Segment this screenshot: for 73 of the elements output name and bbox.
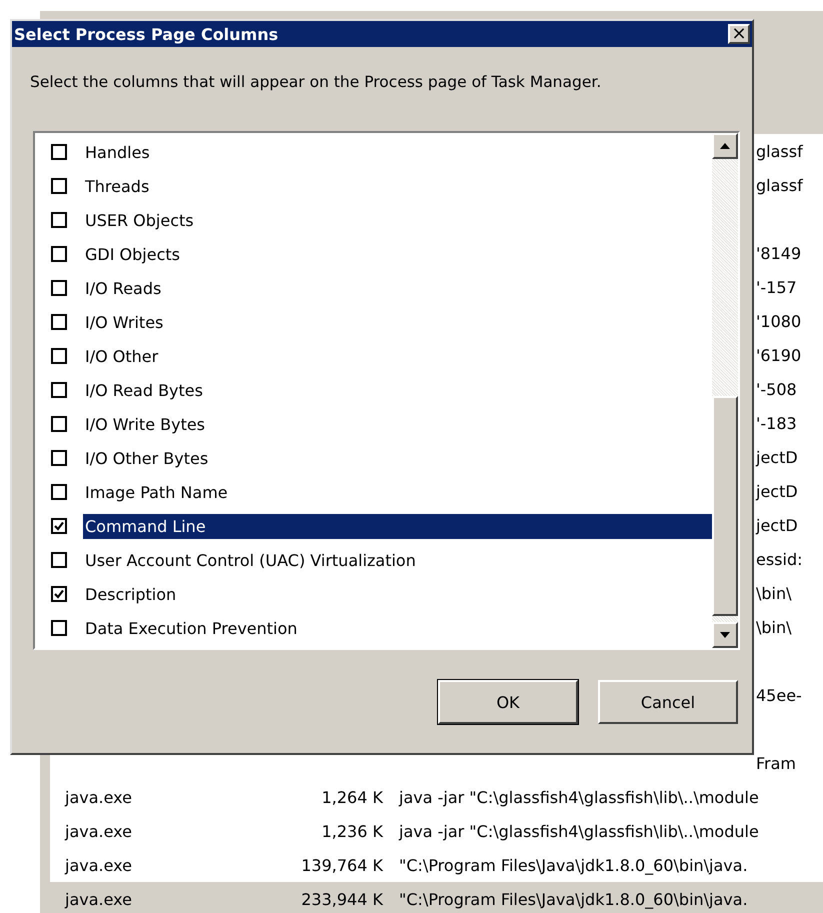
table-cell: glassf [756,142,803,160]
list-item[interactable]: Description [83,582,712,606]
checkbox[interactable] [51,246,67,262]
process-row[interactable]: java.exe 1,236 K java -jar "C:\glassfish4\glassfish\lib\..\module [50,814,823,848]
checkbox[interactable] [51,620,67,636]
table-cell: jectD [756,516,798,534]
checkbox[interactable] [51,178,67,194]
table-cell-text: java.exe [64,890,133,908]
process-row[interactable]: java.exe 233,944 K "C:\Program Files\Java\jdk1.8.0_60\bin\java. [50,882,823,913]
list-item[interactable]: Image Path Name [83,480,712,504]
checkbox[interactable] [51,314,67,330]
description-text: Select the columns that will appear on the Process page of Task Manager. [30,73,602,91]
table-cell-text: java.exe [64,822,133,840]
table-cell: Fram [756,754,796,772]
dialog-button[interactable]: OK [438,680,578,724]
checkbox[interactable] [51,552,67,568]
checkbox[interactable] [51,518,67,534]
table-cell-text: 1,236 K [320,822,383,840]
table-cell-text: 1,264 K [320,788,383,806]
scrollbar[interactable] [712,133,738,648]
down-arrow-icon [720,632,730,638]
scroll-thumb[interactable] [712,396,738,616]
table-cell: jectD [756,482,798,500]
list-item[interactable]: Command Line [83,514,712,538]
table-cell: jectD [756,448,798,466]
table-cell: essid: [756,550,803,568]
checkbox[interactable] [51,382,67,398]
table-cell: '8149 [756,244,802,262]
list-item[interactable]: I/O Other [83,344,712,368]
table-cell-text: 139,764 K [300,856,383,874]
table-cell: '6190 [756,346,802,364]
list-item[interactable]: Handles [83,140,712,164]
table-cell-text: java -jar "C:\glassfish4\glassfish\lib\..\module [398,822,759,840]
checkbox[interactable] [51,348,67,364]
list-item[interactable]: USER Objects [83,208,712,232]
table-cell-text: "C:\Program Files\Java\jdk1.8.0_60\bin\java. [398,856,748,874]
checkbox[interactable] [51,416,67,432]
table-cell: '1080 [756,312,802,330]
scroll-up-button[interactable] [712,133,738,159]
up-arrow-icon [720,143,730,149]
table-cell: glassf [756,176,803,194]
table-cell-text: 233,944 K [300,890,383,908]
checkbox[interactable] [51,212,67,228]
close-button[interactable]: × [728,24,750,44]
list-item[interactable]: I/O Other Bytes [83,446,712,470]
table-cell-text: "C:\Program Files\Java\jdk1.8.0_60\bin\java. [398,890,748,908]
list-item[interactable]: Threads [83,174,712,198]
table-cell: '-508 [756,380,797,398]
table-cell-text: java.exe [64,788,133,806]
scroll-down-button[interactable] [712,622,738,648]
list-item[interactable]: I/O Read Bytes [83,378,712,402]
list-item[interactable]: GDI Objects [83,242,712,266]
dialog-button[interactable]: Cancel [598,680,738,724]
list-item[interactable]: I/O Writes [83,310,712,334]
list-item[interactable]: I/O Reads [83,276,712,300]
table-cell-text: java.exe [64,856,133,874]
window-title: Select Process Page Columns [14,24,278,44]
table-cell: \bin\ [756,618,792,636]
checkbox[interactable] [51,450,67,466]
table-cell: '-183 [756,414,797,432]
process-row[interactable]: java.exe 139,764 K "C:\Program Files\Java\jdk1.8.0_60\bin\java. [50,848,823,882]
table-cell: \bin\ [756,584,792,602]
table-cell: '-157 [756,278,797,296]
checkbox[interactable] [51,586,67,602]
list-item[interactable]: User Account Control (UAC) Virtualization [83,548,712,572]
checkbox[interactable] [51,280,67,296]
process-row[interactable]: java.exe 1,264 K java -jar "C:\glassfish4\glassfish\lib\..\module [50,780,823,814]
list-item[interactable]: I/O Write Bytes [83,412,712,436]
table-cell: 45ee- [756,686,802,704]
list-item[interactable]: Data Execution Prevention [83,616,712,640]
table-cell-text: java -jar "C:\glassfish4\glassfish\lib\..\module [398,788,759,806]
checkbox[interactable] [51,484,67,500]
checkbox[interactable] [51,144,67,160]
